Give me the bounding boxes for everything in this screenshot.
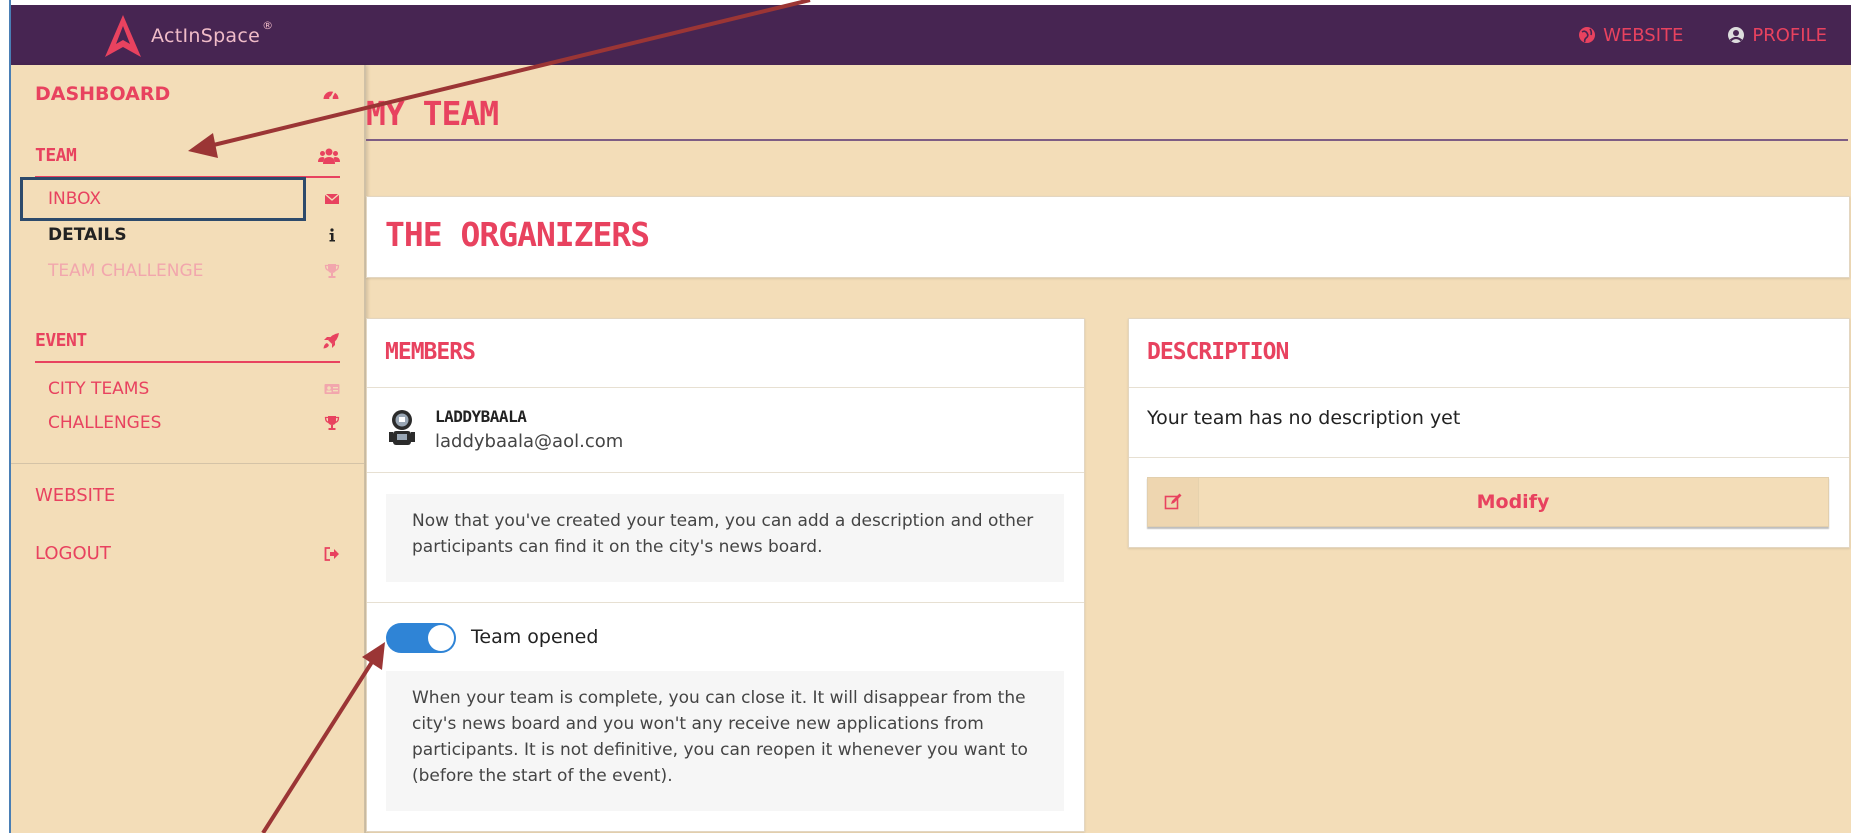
globe-icon — [1579, 27, 1596, 43]
description-card: DESCRIPTION Your team has no description… — [1128, 318, 1850, 548]
info-icon — [329, 228, 335, 242]
members-card: MEMBERS LADDYBAALA laddybaala@aol.com No… — [366, 318, 1085, 832]
sidebar-team-divider — [35, 176, 340, 178]
trophy-icon — [324, 416, 340, 430]
members-title: MEMBERS — [385, 339, 476, 365]
toggle-label: Team opened — [471, 626, 599, 648]
edit-icon — [1164, 493, 1182, 510]
team-open-toggle[interactable] — [386, 623, 456, 653]
dashboard-icon — [323, 91, 339, 100]
top-nav: WEBSITE PROFILE — [1558, 5, 1851, 65]
sidebar-item-logout[interactable]: LOGOUT — [35, 543, 340, 564]
sidebar-challenges-label: CHALLENGES — [48, 413, 162, 433]
id-card-icon — [324, 384, 340, 394]
users-icon — [318, 148, 340, 164]
registered-mark: ® — [262, 18, 274, 32]
sidebar-item-website[interactable]: WEBSITE — [35, 485, 340, 506]
sidebar-team-label: TEAM — [35, 145, 77, 166]
page-title-underline — [366, 139, 1848, 141]
sidebar-city-teams-label: CITY TEAMS — [48, 379, 150, 399]
sign-out-icon — [324, 546, 339, 561]
page-title: MY TEAM — [366, 94, 499, 133]
nav-profile-label: PROFILE — [1752, 24, 1827, 46]
sidebar-item-team-challenge[interactable]: TEAM CHALLENGE — [48, 261, 340, 281]
user-circle-icon — [1728, 27, 1745, 43]
description-header: DESCRIPTION — [1129, 319, 1849, 388]
sidebar-item-details[interactable]: DETAILS — [48, 225, 340, 245]
top-header: ActInSpace ® WEBSITE PROFILE — [11, 5, 1851, 65]
astronaut-avatar-icon — [389, 410, 415, 445]
sidebar-separator — [11, 463, 364, 464]
description-divider — [1129, 457, 1849, 458]
sidebar-section-event[interactable]: EVENT — [35, 330, 340, 351]
member-email: laddybaala@aol.com — [435, 431, 624, 452]
nav-website-label: WEBSITE — [1603, 24, 1684, 46]
sidebar-inbox-label: INBOX — [48, 189, 102, 209]
sidebar-item-city-teams[interactable]: CITY TEAMS — [48, 379, 340, 399]
sidebar-event-label: EVENT — [35, 330, 87, 351]
member-name: LADDYBAALA — [435, 407, 527, 426]
sidebar-item-inbox[interactable]: INBOX — [48, 189, 340, 209]
description-title: DESCRIPTION — [1147, 339, 1289, 365]
team-name-card: THE ORGANIZERS — [366, 196, 1850, 278]
sidebar-team-challenge-label: TEAM CHALLENGE — [48, 261, 204, 281]
envelope-icon — [324, 193, 340, 204]
sidebar: DASHBOARD TEAM INBOX DETAILS TEAM CHALLE… — [11, 65, 366, 833]
list-item[interactable]: LADDYBAALA laddybaala@aol.com — [367, 387, 1084, 473]
sidebar-website-label: WEBSITE — [35, 485, 116, 506]
logo[interactable]: ActInSpace ® — [103, 13, 273, 59]
logo-text: ActInSpace — [151, 25, 261, 47]
sidebar-logout-label: LOGOUT — [35, 543, 111, 564]
rocket-icon — [323, 332, 339, 348]
trophy-icon — [324, 264, 340, 278]
sidebar-item-dashboard[interactable]: DASHBOARD — [35, 83, 340, 105]
members-header: MEMBERS — [367, 319, 1084, 388]
nav-profile-link[interactable]: PROFILE — [1727, 25, 1827, 46]
team-info-message: Now that you've created your team, you c… — [386, 494, 1064, 582]
actinspace-logo-icon — [105, 15, 141, 57]
edit-icon-box — [1148, 478, 1199, 526]
sidebar-event-divider — [35, 361, 340, 363]
nav-website-link[interactable]: WEBSITE — [1578, 25, 1683, 46]
sidebar-section-team[interactable]: TEAM — [35, 145, 340, 166]
team-close-info-message: When your team is complete, you can clos… — [386, 671, 1064, 811]
modify-button[interactable]: Modify — [1147, 477, 1829, 527]
team-name: THE ORGANIZERS — [385, 215, 650, 254]
sidebar-item-challenges[interactable]: CHALLENGES — [48, 413, 340, 433]
toggle-knob — [428, 625, 454, 651]
modify-label: Modify — [1476, 491, 1550, 513]
sidebar-dashboard-label: DASHBOARD — [35, 83, 171, 105]
members-divider — [367, 602, 1084, 603]
description-text: Your team has no description yet — [1147, 407, 1461, 429]
sidebar-details-label: DETAILS — [48, 225, 127, 245]
